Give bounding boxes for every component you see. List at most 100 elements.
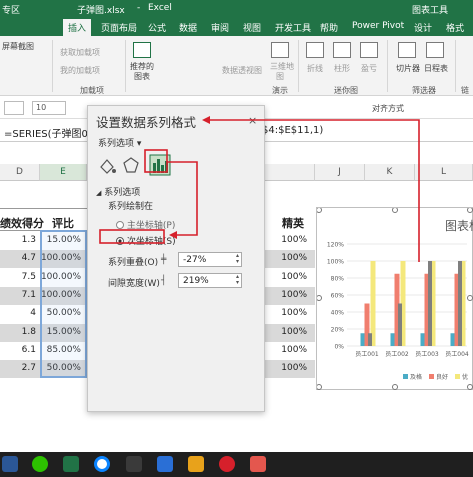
tab-power-pivot[interactable]: Power Pivot — [352, 21, 404, 31]
spinner-icon[interactable]: ▴ ▾ — [236, 274, 239, 286]
get-addins-button[interactable]: 获取加载项 — [60, 47, 100, 58]
y-tick-label: 120% — [327, 242, 344, 249]
timeline-button[interactable]: 日程表 — [424, 63, 448, 74]
font-size-combo[interactable]: 10 — [32, 101, 66, 115]
elite-cell[interactable]: 100% — [265, 360, 311, 378]
series-options-dropdown[interactable]: 系列选项 ▾ — [98, 136, 141, 149]
x-tick-label: 员工003 — [415, 351, 439, 358]
tab-formulas[interactable]: 公式 — [148, 21, 166, 34]
tab-data[interactable]: 数据 — [179, 21, 197, 34]
x-tick-label: 员工001 — [355, 351, 379, 358]
gap-width-input[interactable]: 219% ▴ ▾ — [178, 273, 242, 288]
spinner-icon[interactable]: ▴ ▾ — [236, 253, 239, 265]
column-header-e[interactable]: E — [40, 164, 87, 181]
tab-review[interactable]: 审阅 — [211, 21, 229, 34]
radio-unchecked-icon — [116, 221, 124, 229]
gap-width-label: 间隙宽度(W) — [108, 279, 160, 289]
header-top-border — [0, 208, 87, 209]
ribbon-divider — [387, 40, 388, 92]
addins-group-label: 加载项 — [80, 86, 104, 95]
column-header-d[interactable]: D — [0, 164, 40, 181]
selected-range[interactable] — [40, 230, 87, 378]
section-series-options[interactable]: ◢ 系列选项 — [96, 185, 140, 198]
app-icon[interactable] — [188, 456, 204, 472]
overlap-input[interactable]: -27% ▴ ▾ — [178, 252, 242, 267]
gap-slider-icon[interactable]: ┤ — [161, 276, 166, 286]
header-score: 绩效得分 — [0, 217, 44, 230]
effects-icon[interactable] — [123, 157, 139, 173]
score-cell[interactable]: 1.8 — [0, 324, 40, 342]
score-cell[interactable]: 7.5 — [0, 269, 40, 287]
legend-swatch — [455, 374, 460, 379]
overlap-slider-icon[interactable]: ╪ — [161, 255, 166, 265]
pane-title: 设置数据系列格式 — [96, 115, 197, 130]
excel-app-icon[interactable] — [63, 456, 79, 472]
score-cell[interactable]: 1.3 — [0, 232, 40, 250]
tab-insert[interactable]: 插入 — [63, 19, 92, 36]
my-addins-button[interactable]: 我的加载项 — [60, 65, 100, 76]
3d-map-label-2[interactable]: 图 — [276, 71, 284, 82]
app-icon[interactable] — [219, 456, 235, 472]
overlap-value: -27% — [183, 255, 207, 265]
app-icon[interactable] — [126, 456, 142, 472]
secondary-axis-label: 次坐标轴(S) — [126, 237, 176, 247]
legend-swatch — [403, 374, 408, 379]
pivot-chart-button[interactable]: 数据透视图 — [222, 65, 262, 76]
elite-cell[interactable]: 100% — [265, 287, 311, 305]
column-sparkline-button[interactable]: 柱形 — [334, 63, 350, 74]
elite-cell[interactable]: 100% — [265, 324, 311, 342]
fill-line-icon[interactable] — [100, 159, 116, 174]
elite-cell[interactable]: 100% — [265, 250, 311, 268]
resize-handle — [392, 384, 398, 390]
word-app-icon[interactable] — [2, 456, 18, 472]
pdf-app-icon[interactable] — [250, 456, 266, 472]
line-sparkline-icon — [306, 42, 324, 58]
tab-format[interactable]: 格式 — [446, 21, 464, 34]
column-header-k[interactable]: K — [365, 164, 415, 181]
recommended-charts-label-2[interactable]: 图表 — [134, 71, 150, 82]
score-cell[interactable]: 4.7 — [0, 250, 40, 268]
winloss-sparkline-button[interactable]: 盈亏 — [361, 63, 377, 74]
demo-group-label: 演示 — [272, 86, 288, 95]
slicer-button[interactable]: 切片器 — [396, 63, 420, 74]
line-sparkline-button[interactable]: 折线 — [307, 63, 323, 74]
font-name-combo[interactable] — [4, 101, 24, 115]
app-name: Excel — [148, 3, 172, 13]
resize-handle — [467, 207, 473, 213]
legend-swatch — [429, 374, 434, 379]
tab-help[interactable]: 帮助 — [320, 21, 338, 34]
tab-design[interactable]: 设计 — [414, 21, 432, 34]
wechat-app-icon[interactable] — [32, 456, 48, 472]
header-ratio: 评比 — [52, 217, 74, 230]
score-cell[interactable]: 2.7 — [0, 360, 40, 378]
series-options-icon[interactable] — [149, 154, 171, 176]
elite-cell[interactable]: 100% — [265, 269, 311, 287]
elite-cell[interactable]: 100% — [265, 232, 311, 250]
gap-width-value: 219% — [183, 276, 209, 286]
score-cell[interactable]: 4 — [0, 305, 40, 323]
resize-handle — [316, 295, 322, 301]
primary-axis-radio[interactable]: 主坐标轴(P) — [116, 218, 175, 231]
elite-cell[interactable]: 100% — [265, 305, 311, 323]
elite-cell[interactable]: 100% — [265, 342, 311, 360]
pane-close-icon[interactable]: × — [248, 114, 257, 127]
tab-view[interactable]: 视图 — [243, 21, 261, 34]
chart[interactable]: 图表标 120% 100% 80% 60% 40% 20% 0% 员工001 员工002 员工003… — [316, 207, 473, 390]
column-header-l[interactable]: L — [415, 164, 473, 181]
qq-browser-icon[interactable] — [94, 456, 110, 472]
score-cell[interactable]: 6.1 — [0, 342, 40, 360]
score-cell[interactable]: 7.1 — [0, 287, 40, 305]
chart-canvas: 图表标 120% 100% 80% 60% 40% 20% 0% 员工001 员工002 员工003… — [316, 207, 473, 390]
app-icon[interactable] — [157, 456, 173, 472]
tab-page-layout[interactable]: 页面布局 — [101, 21, 137, 34]
tab-developer[interactable]: 开发工具 — [275, 21, 311, 34]
file-name: 子弹图.xlsx — [77, 6, 125, 16]
secondary-axis-radio[interactable]: 次坐标轴(S) — [116, 234, 176, 247]
formula-text: =SERIES(子弹图01 — [4, 129, 95, 140]
ribbon: 屏幕截图 获取加载项 我的加载项 加载项 推荐的 图表 数据透视图 三维地 图 … — [0, 36, 473, 96]
column-header-j[interactable]: J — [315, 164, 365, 181]
slicer-icon — [398, 42, 416, 58]
column-header-i[interactable] — [265, 164, 315, 181]
screenshot-button[interactable]: 屏幕截图 — [2, 41, 34, 52]
ribbon-divider — [52, 40, 53, 92]
